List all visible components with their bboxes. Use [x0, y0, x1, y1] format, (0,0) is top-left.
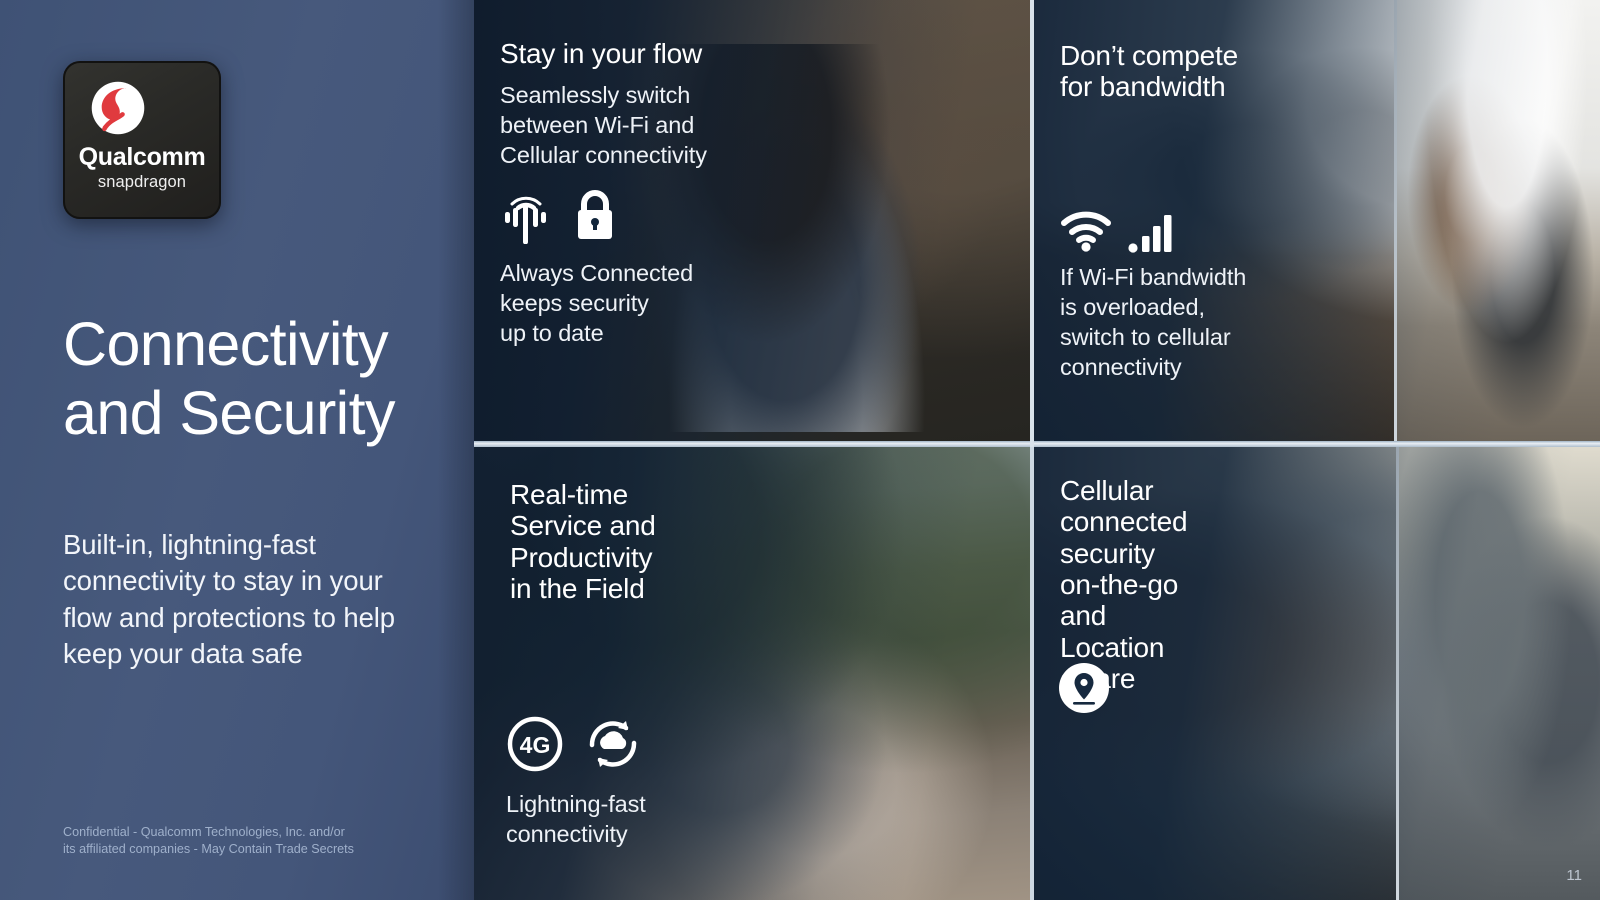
- panel-heading-line-3: security: [1060, 537, 1155, 569]
- signal-bars-icon: [1128, 210, 1178, 254]
- panel-caption-line-1: If Wi-Fi bandwidth: [1060, 264, 1247, 290]
- grid-divider-vertical-bottom: [1030, 447, 1034, 900]
- panel-heading-line-6: Location: [1060, 631, 1165, 663]
- panel-body-line-1: Seamlessly switch: [500, 82, 691, 108]
- page-title-line-1: Connectivity: [63, 310, 389, 378]
- wifi-icon: [1060, 210, 1112, 254]
- panel-heading-line-4: on-the-go: [1060, 569, 1179, 601]
- location-pin-icon: [1058, 662, 1110, 714]
- snapdragon-swirl-icon: [89, 79, 147, 137]
- page-subtitle: Built-in, lightning-fast connectivity to…: [63, 529, 395, 669]
- panel-stay-in-your-flow: Stay in your flow Seamlessly switch betw…: [474, 0, 1030, 441]
- 4g-badge-icon: 4G: [506, 715, 564, 773]
- slide-sidebar: Qualcomm snapdragon Connectivity and Sec…: [0, 0, 474, 900]
- panel-caption-line-4: connectivity: [1060, 354, 1182, 381]
- panel-caption-line-3: switch to cellular: [1060, 324, 1231, 351]
- panel-caption-line-1: Lightning-fast: [506, 791, 646, 817]
- panel-caption-line-2: connectivity: [506, 821, 628, 848]
- cell-tower-icon: [500, 186, 552, 244]
- footnote-line-2: its affiliated companies - May Contain T…: [63, 842, 354, 857]
- panel-heading-line-1: Real-time: [510, 479, 629, 510]
- panel-body-line-3: Cellular connectivity: [500, 142, 707, 169]
- panel-dont-compete-for-bandwidth: Don’t compete for bandwidth If Wi-Fi ban…: [1034, 0, 1600, 441]
- panel-heading-line-2: for bandwidth: [1060, 71, 1226, 103]
- presentation-slide: Qualcomm snapdragon Connectivity and Sec…: [0, 0, 1600, 900]
- qualcomm-snapdragon-logo-badge: Qualcomm snapdragon: [63, 61, 221, 219]
- page-number: 11: [1566, 867, 1582, 884]
- panel-heading-line-1: Cellular: [1060, 475, 1154, 506]
- panel-caption-line-2: is overloaded,: [1060, 294, 1205, 321]
- padlock-icon: [572, 187, 618, 243]
- panel-cellular-connected-security: Cellular connected security on-the-go an…: [1034, 447, 1600, 900]
- panel-real-time-service: Real-time Service and Productivity in th…: [474, 447, 1030, 900]
- cloud-sync-icon: [582, 715, 644, 773]
- logo-product-text: snapdragon: [97, 173, 187, 191]
- panel-heading-line-5: and: [1060, 600, 1107, 632]
- confidential-footnote: Confidential - Qualcomm Technologies, In…: [63, 824, 393, 859]
- logo-brand-text: Qualcomm: [78, 143, 206, 171]
- page-title: Connectivity and Security: [63, 310, 463, 448]
- panel-heading-line-3: Productivity: [510, 541, 653, 573]
- svg-text:4G: 4G: [520, 732, 551, 758]
- panel-caption-line-1: Always Connected: [500, 260, 694, 286]
- feature-panel-grid: Stay in your flow Seamlessly switch betw…: [474, 0, 1600, 900]
- grid-divider-horizontal: [474, 441, 1600, 447]
- panel-caption-line-3: up to date: [500, 320, 604, 347]
- panel-caption-line-2: keeps security: [500, 290, 649, 317]
- footnote-line-1: Confidential - Qualcomm Technologies, In…: [63, 825, 345, 839]
- panel-heading-line-2: connected: [1060, 506, 1188, 538]
- panel-heading-line-2: Service and: [510, 510, 656, 542]
- panel-heading-line-4: in the Field: [510, 573, 645, 605]
- page-title-line-2: and Security: [63, 378, 395, 447]
- panel-heading-line-1: Don’t compete: [1060, 40, 1238, 71]
- panel-heading: Stay in your flow: [500, 38, 703, 69]
- panel-body-line-2: between Wi-Fi and: [500, 112, 695, 139]
